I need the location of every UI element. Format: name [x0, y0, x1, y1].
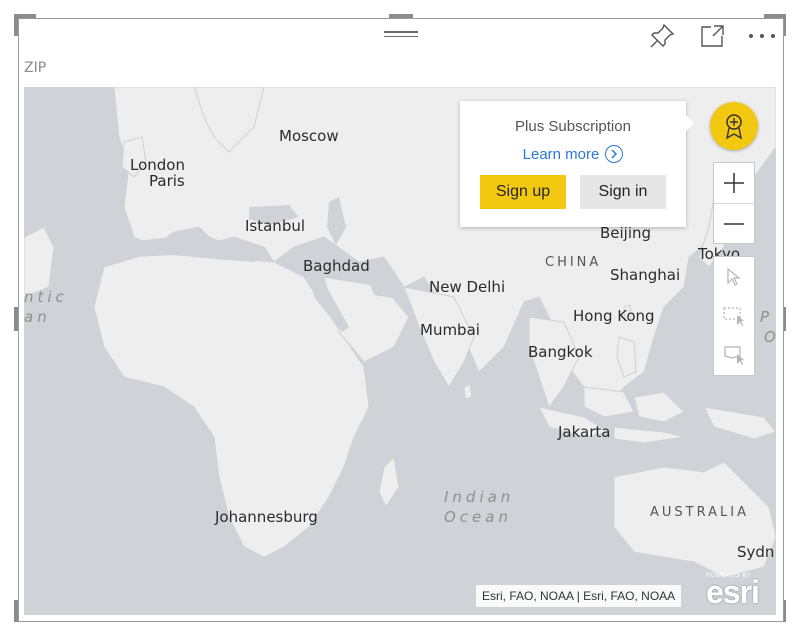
popup-title: Plus Subscription [515, 118, 631, 135]
city-label-sydney: Sydn [737, 543, 775, 561]
ocean-label-indian-line2: Ocean [444, 508, 512, 526]
zoom-control [713, 162, 755, 244]
plus-subscription-popup: Plus Subscription Learn more Sign up Sig… [460, 101, 694, 227]
lasso-select-icon[interactable] [714, 335, 754, 374]
ocean-label-pacific: P O [760, 307, 776, 347]
rectangle-select-icon[interactable] [714, 296, 754, 335]
focus-mode-icon[interactable] [696, 22, 728, 50]
city-label-mumbai: Mumbai [420, 321, 480, 339]
zoom-out-button[interactable] [714, 203, 754, 243]
city-label-johannesburg: Johannesburg [215, 508, 318, 526]
city-label-moscow: Moscow [279, 127, 339, 145]
pointer-select-icon[interactable] [714, 257, 754, 296]
city-label-baghdad: Baghdad [303, 257, 370, 275]
city-label-bangkok: Bangkok [528, 343, 593, 361]
learn-more-link[interactable]: Learn more [523, 145, 624, 163]
city-label-istanbul: Istanbul [245, 217, 306, 235]
pin-icon[interactable] [646, 22, 678, 50]
premium-badge-icon[interactable] [710, 102, 758, 150]
esri-logo: POWERED BY esri [706, 572, 770, 610]
ocean-label-atlantic: ntic an [24, 287, 68, 327]
ocean-label-indian-line1: Indian [444, 488, 515, 506]
region-label-china: CHINA [545, 255, 602, 270]
ocean-label-pacific-line1: P [760, 308, 774, 326]
drag-grip-icon[interactable] [384, 28, 418, 42]
visual-title: ZIP [24, 60, 47, 76]
learn-more-label: Learn more [522, 145, 600, 163]
sign-in-button[interactable]: Sign in [580, 175, 666, 209]
sign-up-button[interactable]: Sign up [480, 175, 566, 209]
city-label-new-delhi: New Delhi [429, 278, 506, 296]
city-label-shanghai: Shanghai [610, 266, 681, 284]
map-attribution: Esri, FAO, NOAA | Esri, FAO, NOAA [476, 585, 682, 607]
ocean-label-atlantic-line1: ntic [24, 288, 68, 306]
visual-header [646, 22, 778, 50]
city-label-paris: Paris [149, 172, 185, 190]
ocean-label-indian: Indian Ocean [444, 487, 514, 527]
city-label-hong-kong: Hong Kong [573, 307, 655, 325]
more-options-icon[interactable] [746, 22, 778, 50]
zoom-in-button[interactable] [714, 163, 754, 203]
selection-tools [713, 256, 755, 376]
chevron-right-circle-icon [605, 145, 624, 163]
region-label-australia: AUSTRALIA [650, 505, 749, 520]
city-label-jakarta: Jakarta [558, 423, 611, 441]
esri-logo-text: esri [706, 574, 760, 610]
ocean-label-pacific-line2: O [764, 327, 776, 347]
ocean-label-atlantic-line2: an [24, 308, 51, 326]
